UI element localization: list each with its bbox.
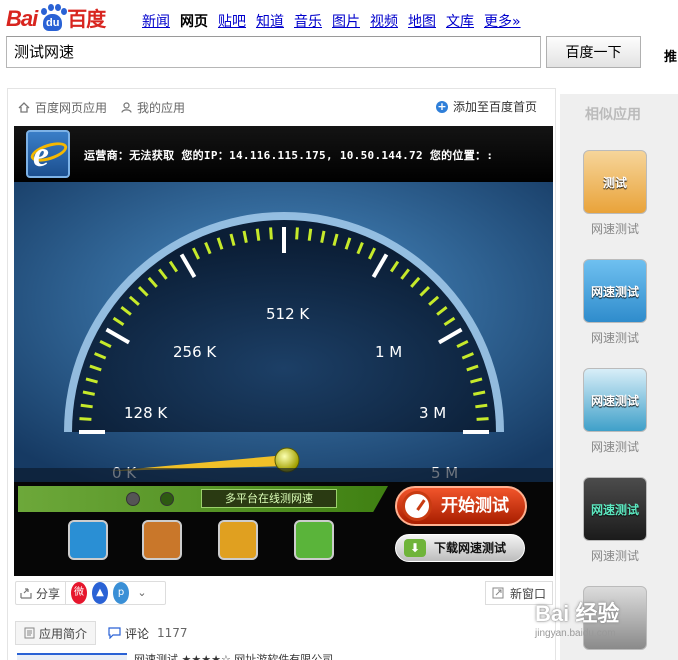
mini-app-cube[interactable]: [142, 520, 182, 560]
app-meta-text: 网速测试 ★★★★☆ 网址游软件有限公司: [134, 653, 334, 660]
mini-app-game[interactable]: [218, 520, 258, 560]
speedtest-app: e 运营商：无法获取 您的IP：14.116.115.175, 10.50.14…: [14, 126, 553, 576]
nav-video[interactable]: 视频: [370, 11, 398, 31]
nav-web[interactable]: 网页: [180, 11, 208, 31]
similar-apps-sidebar: 相似应用 测试 网速测试 网速测试 网速测试 网速测试 网速测试 网速测试 网速…: [560, 94, 678, 660]
gauge-tick: [255, 228, 261, 241]
comment-icon: [108, 627, 121, 639]
gauge-label-1m: 1 M: [375, 343, 402, 361]
similar-app-3-label: 网速测试: [590, 440, 639, 454]
similar-app-2-thumb: 网速测试: [583, 259, 647, 323]
cut-off-text: 推: [664, 50, 678, 65]
watermark-sub: jingyan.baidu.com: [535, 628, 616, 639]
info-tabs: 应用简介 评论 1177: [15, 621, 188, 645]
tagline: 多平台在线测网速: [201, 489, 337, 508]
comment-count: 1177: [157, 626, 188, 640]
similar-app-4-thumb: 网速测试: [583, 477, 647, 541]
gauge-label-512k: 512 K: [266, 305, 310, 323]
gauge-tick: [269, 227, 273, 240]
gauge-label-256k: 256 K: [173, 343, 217, 361]
search-input[interactable]: 测试网速: [6, 36, 541, 68]
document-icon: [24, 627, 35, 639]
gauge-label-3m: 3 M: [419, 404, 446, 422]
share-button[interactable]: 分享: [16, 582, 67, 604]
breadcrumb-home-label: 百度网页应用: [35, 101, 108, 115]
download-icon: ⬇: [404, 539, 426, 557]
mini-app-translate[interactable]: [68, 520, 108, 560]
similar-app-3[interactable]: 网速测试 网速测试: [583, 368, 647, 455]
nav-music[interactable]: 音乐: [294, 11, 322, 31]
share-label: 分享: [36, 586, 61, 601]
app-thumbnail-strip: [17, 653, 127, 660]
gauge-tick: [475, 403, 488, 409]
start-test-button[interactable]: 开始测试: [395, 486, 527, 526]
isp-info: 运营商：无法获取 您的IP：14.116.115.175, 10.50.144.…: [84, 149, 494, 162]
nav-tieba[interactable]: 贴吧: [218, 11, 246, 31]
user-icon: [121, 102, 132, 113]
gauge-tick: [307, 228, 313, 241]
nav-map[interactable]: 地图: [408, 11, 436, 31]
breadcrumb-my-apps-label: 我的应用: [137, 101, 186, 115]
similar-app-1-thumb: 测试: [583, 150, 647, 214]
similar-app-3-thumb: 网速测试: [583, 368, 647, 432]
nav-wenku[interactable]: 文库: [446, 11, 474, 31]
similar-app-1[interactable]: 测试 网速测试: [583, 150, 647, 237]
start-test-label: 开始测试: [441, 496, 509, 516]
app-header: e 运营商：无法获取 您的IP：14.116.115.175, 10.50.14…: [14, 126, 553, 182]
baidu-logo[interactable]: Bai du 百度: [6, 4, 106, 32]
watermark-main: Bai 经验: [535, 601, 620, 626]
tab-comment-label: 评论: [125, 626, 150, 641]
breadcrumb-my-apps[interactable]: 我的应用: [121, 99, 185, 116]
speed-gauge: 0 K 128 K 256 K 512 K 1 M 3 M 5 M: [14, 182, 553, 482]
sidebar-title: 相似应用: [585, 107, 641, 123]
add-to-homepage-link[interactable]: + 添加至百度首页: [435, 98, 537, 115]
gauge-label-128k: 128 K: [124, 404, 168, 422]
download-button[interactable]: ⬇ 下载网速测试: [395, 534, 525, 562]
share-icon: [20, 588, 32, 599]
home-icon: [18, 102, 30, 113]
plus-icon: +: [435, 99, 448, 113]
nav-news[interactable]: 新闻: [142, 11, 170, 31]
download-label: 下载网速测试: [434, 541, 507, 555]
share-bar: 分享 微 ▲ p ⌄: [15, 581, 166, 605]
paw-icon: du: [38, 4, 68, 32]
breadcrumb-home[interactable]: 百度网页应用: [18, 99, 107, 116]
nav-more[interactable]: 更多»: [484, 11, 521, 31]
nav-images[interactable]: 图片: [332, 11, 360, 31]
top-nav: 新闻 网页 贴吧 知道 音乐 图片 视频 地图 文库 更多»: [142, 11, 521, 31]
search-button[interactable]: 百度一下: [546, 36, 641, 68]
nav-zhidao[interactable]: 知道: [256, 11, 284, 31]
tab-intro-label: 应用简介: [39, 626, 88, 641]
more-share-chevron-icon[interactable]: ⌄: [134, 582, 151, 604]
app-card: 百度网页应用 我的应用 + 添加至百度首页 e 运营商：无法获取 您的IP：14…: [7, 88, 556, 660]
gauge-tick: [476, 417, 489, 421]
app-control-bar: 多平台在线测网速 开始测试 ⬇ 下载网速测试: [14, 482, 553, 576]
new-window-icon: [492, 587, 504, 599]
qzone-icon[interactable]: p: [113, 582, 130, 604]
speedometer-icon: [402, 491, 432, 521]
logo-cn-text: 百度: [67, 7, 106, 31]
similar-app-1-label: 网速测试: [590, 222, 639, 236]
logo-bai-text: Bai: [6, 6, 38, 31]
ie-logo-icon: e: [26, 130, 70, 178]
tab-intro[interactable]: 应用简介: [15, 621, 97, 645]
breadcrumb: 百度网页应用 我的应用: [18, 99, 185, 116]
mini-app-pet[interactable]: [294, 520, 334, 560]
add-to-homepage-label: 添加至百度首页: [452, 100, 537, 114]
similar-app-4-label: 网速测试: [590, 549, 639, 563]
similar-app-4[interactable]: 网速测试 网速测试: [583, 477, 647, 564]
weibo-icon[interactable]: 微: [71, 582, 88, 604]
gauge-tick: [295, 227, 299, 240]
baidu-share-icon[interactable]: ▲: [92, 582, 109, 604]
status-dot-2: [160, 492, 174, 506]
similar-app-2-label: 网速测试: [590, 331, 639, 345]
similar-app-2[interactable]: 网速测试 网速测试: [583, 259, 647, 346]
gauge-tick: [79, 417, 92, 421]
watermark: Bai 经验 jingyan.baidu.com: [535, 596, 619, 639]
logo-du-text: du: [43, 14, 63, 31]
status-dot-1: [126, 492, 140, 506]
tab-comment[interactable]: 评论 1177: [108, 625, 188, 642]
gauge-tick: [80, 403, 93, 409]
